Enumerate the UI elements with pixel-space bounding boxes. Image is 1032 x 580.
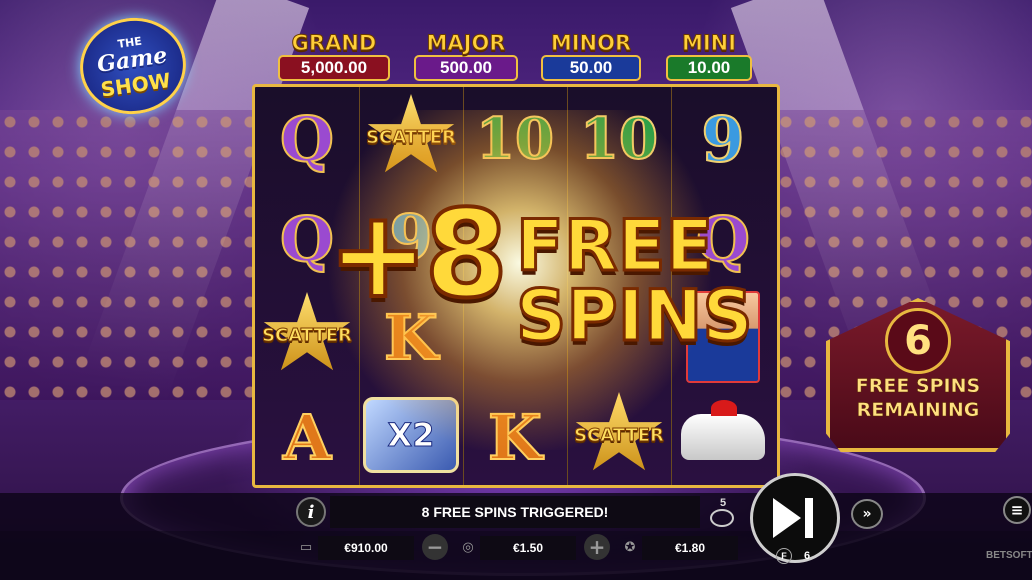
symbol-k: K xyxy=(487,400,543,475)
free-spins-award-text: SPINS xyxy=(515,275,755,357)
jackpot-minor: MINOR 50.00 xyxy=(541,32,641,81)
menu-button[interactable]: ≡ xyxy=(1003,496,1031,524)
free-spins-award-count: +8 xyxy=(326,186,510,325)
autoplay-icon xyxy=(710,509,734,527)
jackpot-name: MINI xyxy=(681,31,737,55)
remaining-count: 6 xyxy=(885,308,951,374)
symbol-a: A xyxy=(282,400,332,475)
jackpot-grand: GRAND 5,000.00 xyxy=(278,32,390,81)
autoplay-button[interactable]: 5 xyxy=(704,495,744,533)
free-spins-award-text: FREE xyxy=(514,205,714,287)
bet-value: €1.50 xyxy=(480,536,576,560)
coins-icon: ◎ xyxy=(462,539,474,555)
jackpot-name: MAJOR xyxy=(426,31,506,55)
symbol-multiplier: X2 xyxy=(359,385,463,485)
symbol-10: 10 xyxy=(579,105,659,173)
symbol-q: Q xyxy=(279,102,335,177)
jackpot-value: 500.00 xyxy=(414,55,518,81)
scatter-label: SCATTER xyxy=(262,324,353,346)
turbo-button[interactable]: » xyxy=(851,499,883,529)
status-message: 8 FREE SPINS TRIGGERED! xyxy=(330,496,700,528)
win-value: €1.80 xyxy=(642,536,738,560)
multiplier-badge: X2 xyxy=(363,397,459,473)
plus-icon: + xyxy=(588,535,606,559)
scatter-label: SCATTER xyxy=(366,126,457,148)
symbol-car xyxy=(671,387,775,485)
wallet-icon: ▭ xyxy=(299,539,313,555)
jackpot-value: 10.00 xyxy=(666,55,752,81)
symbol-9: 9 xyxy=(700,102,745,177)
fast-forward-icon: » xyxy=(862,506,872,522)
balance-value: €910.00 xyxy=(318,536,414,560)
symbol-scatter: SCATTER xyxy=(567,385,671,485)
brand-label: BETSOFT xyxy=(986,550,1032,561)
skip-bar-icon xyxy=(805,498,813,538)
info-button[interactable]: i xyxy=(296,497,326,527)
car-icon xyxy=(681,400,765,460)
symbol-10: 10 xyxy=(475,105,555,173)
symbol-scatter: SCATTER xyxy=(359,87,463,187)
hamburger-icon: ≡ xyxy=(1010,501,1024,519)
free-spins-count: 6 xyxy=(804,550,811,562)
jackpot-mini: MINI 10.00 xyxy=(666,32,752,81)
game-stage: THE Game SHOW GRAND 5,000.00 MAJOR 500.0… xyxy=(0,0,1032,580)
autoplay-count: 5 xyxy=(720,497,727,509)
free-spins-icon: F xyxy=(776,548,792,564)
game-logo: THE Game SHOW xyxy=(73,11,193,121)
jackpot-name: GRAND xyxy=(291,31,377,55)
scatter-label: SCATTER xyxy=(574,424,665,446)
bet-increase-button[interactable]: + xyxy=(584,534,610,560)
jackpot-value: 50.00 xyxy=(541,55,641,81)
win-medal-icon: ✪ xyxy=(624,539,636,555)
play-icon xyxy=(773,498,801,538)
remaining-label: REMAINING xyxy=(856,399,980,422)
jackpot-major: MAJOR 500.00 xyxy=(414,32,518,81)
remaining-label: FREE SPINS xyxy=(855,375,981,398)
bet-decrease-button[interactable]: − xyxy=(422,534,448,560)
minus-icon: − xyxy=(426,535,444,559)
jackpot-name: MINOR xyxy=(550,31,632,55)
jackpot-value: 5,000.00 xyxy=(278,55,390,81)
free-spins-counter: F6 xyxy=(776,548,810,564)
audience-left xyxy=(0,110,280,400)
